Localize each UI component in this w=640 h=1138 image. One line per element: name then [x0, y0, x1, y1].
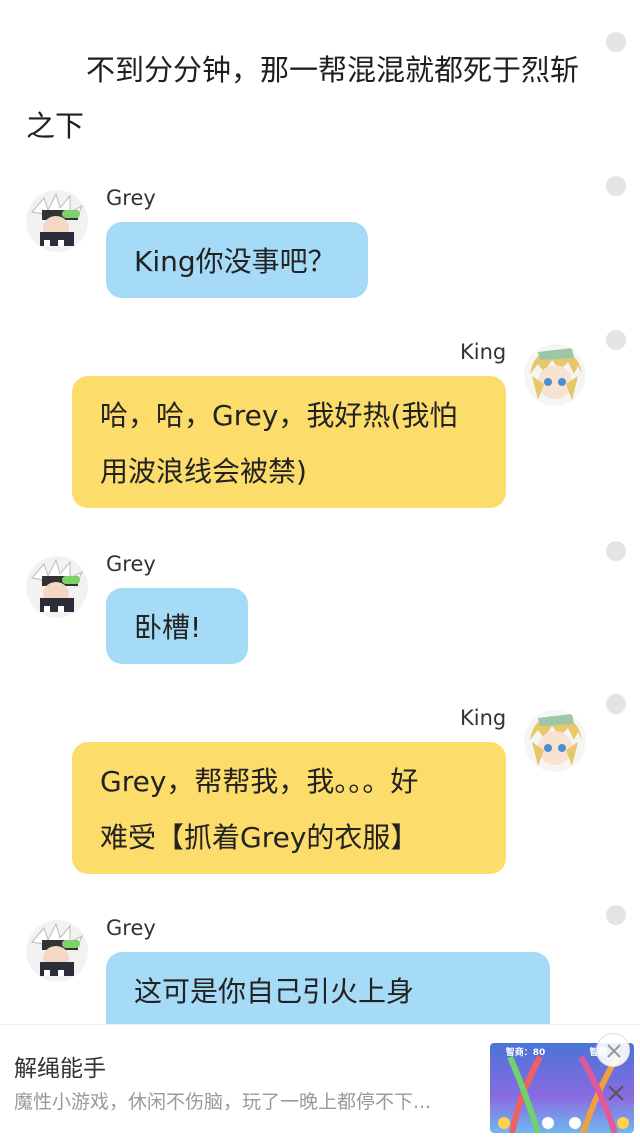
speaker-name: Grey [106, 916, 156, 940]
ad-title: 解绳能手 [14, 1056, 106, 1082]
speaker-name: Grey [106, 552, 156, 576]
message-text-line: 用波浪线会被禁) [100, 455, 307, 488]
message-text: 这可是你自己引火上身 [134, 975, 415, 1008]
ad-image-panel: 智商：80 [490, 1043, 561, 1133]
message-text: 卧槽! [134, 611, 202, 644]
side-dot[interactable] [606, 541, 626, 561]
side-dot[interactable] [606, 176, 626, 196]
grey-avatar[interactable] [26, 920, 88, 982]
close-icon [607, 1044, 621, 1058]
speaker-name: King [460, 706, 507, 730]
grey-avatar[interactable] [26, 190, 88, 252]
speaker-name: King [460, 340, 507, 364]
side-dot[interactable] [606, 32, 626, 52]
message-text-line: 难受【抓着Grey的衣服】 [100, 821, 419, 854]
message-text-line: Grey，帮帮我，我。。。好 [100, 765, 419, 798]
king-avatar[interactable] [524, 710, 586, 772]
message-text-line: 哈，哈，Grey，我好热(我怕 [100, 399, 458, 432]
message-bubble[interactable]: Grey，帮帮我，我。。。好 难受【抓着Grey的衣服】 [72, 742, 506, 874]
side-dot[interactable] [606, 330, 626, 350]
message-bubble[interactable]: 卧槽! [106, 588, 248, 664]
ad-close-button[interactable] [596, 1033, 630, 1067]
ad-description: 魔性小游戏，休闲不伤脑，玩了一晚上都停不下... [14, 1091, 432, 1113]
message-bubble[interactable]: King你没事吧？ [106, 222, 368, 298]
narration-text: 不到分分钟，那一帮混混就都死于烈斩之下 [26, 42, 586, 154]
message-text: King你没事吧？ [134, 245, 336, 278]
dismiss-icon[interactable] [606, 1083, 626, 1103]
narration-content: 不到分分钟，那一帮混混就都死于烈斩之下 [26, 53, 580, 143]
message-bubble[interactable]: 哈，哈，Grey，我好热(我怕 用波浪线会被禁) [72, 376, 506, 508]
grey-avatar[interactable] [26, 556, 88, 618]
ad-banner[interactable]: 解绳能手 魔性小游戏，休闲不伤脑，玩了一晚上都停不下... 智商：80 智商 [0, 1024, 640, 1138]
king-avatar[interactable] [524, 344, 586, 406]
side-dot[interactable] [606, 905, 626, 925]
side-dot[interactable] [606, 694, 626, 714]
speaker-name: Grey [106, 186, 156, 210]
ad-score-label: 智商：80 [505, 1048, 546, 1058]
